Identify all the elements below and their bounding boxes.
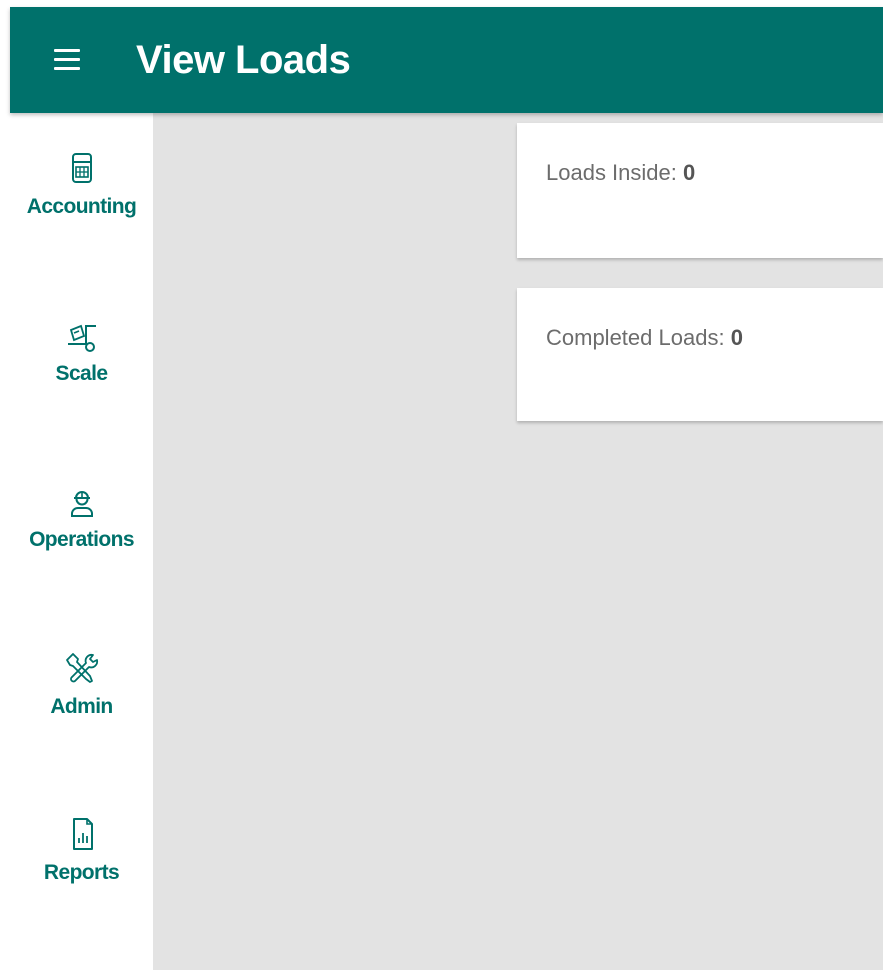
sidebar-item-scale[interactable]: Scale bbox=[10, 317, 153, 427]
sidebar-item-label: Admin bbox=[50, 695, 113, 718]
loads-inside-label: Loads Inside: bbox=[546, 160, 677, 185]
sidebar-item-label: Operations bbox=[29, 528, 134, 551]
scale-cart-icon bbox=[67, 324, 96, 352]
completed-loads-text: Completed Loads: 0 bbox=[546, 325, 743, 351]
hard-hat-worker-icon bbox=[70, 491, 93, 517]
page-title: View Loads bbox=[136, 38, 351, 82]
main-content: Loads Inside: 0 Completed Loads: 0 bbox=[153, 113, 883, 970]
completed-loads-label: Completed Loads: bbox=[546, 325, 725, 350]
sidebar-item-admin[interactable]: Admin bbox=[10, 650, 153, 760]
report-chart-icon bbox=[72, 818, 93, 850]
wrench-screwdriver-icon bbox=[65, 653, 98, 683]
sidebar-item-label: Reports bbox=[43, 861, 120, 884]
hamburger-menu-icon[interactable] bbox=[54, 48, 80, 70]
completed-loads-count: 0 bbox=[730, 325, 743, 350]
completed-loads-card: Completed Loads: 0 bbox=[517, 288, 883, 421]
loads-inside-card: Loads Inside: 0 bbox=[517, 123, 883, 258]
app-window: View Loads Accounting Scale Operations A… bbox=[0, 0, 883, 970]
sidebar-nav: Accounting Scale Operations Admin Report… bbox=[10, 113, 153, 970]
sidebar-item-accounting[interactable]: Accounting bbox=[10, 150, 153, 260]
loads-inside-count: 0 bbox=[683, 160, 696, 185]
calculator-icon bbox=[71, 153, 92, 183]
app-header: View Loads bbox=[10, 7, 883, 113]
sidebar-item-label: Accounting bbox=[26, 195, 137, 218]
sidebar-item-label: Scale bbox=[55, 362, 108, 385]
sidebar-item-operations[interactable]: Operations bbox=[10, 483, 153, 593]
sidebar-item-reports[interactable]: Reports bbox=[10, 816, 153, 926]
loads-inside-text: Loads Inside: 0 bbox=[546, 160, 695, 186]
